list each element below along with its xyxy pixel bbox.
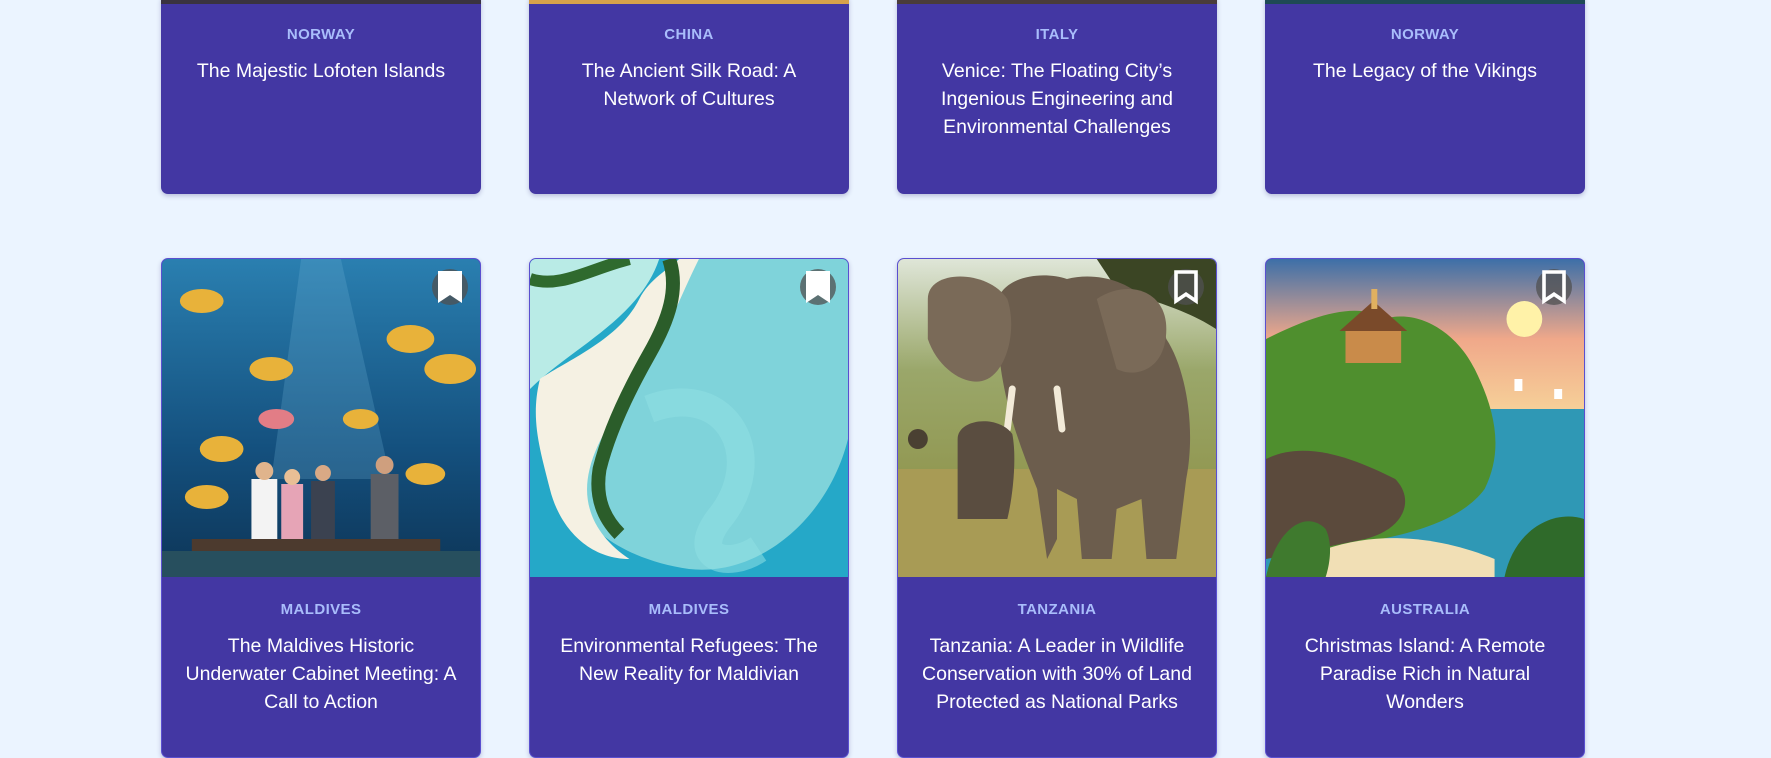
card-title[interactable]: The Legacy of the Vikings	[1287, 57, 1563, 85]
card-title[interactable]: Environmental Refugees: The New Reality …	[552, 632, 826, 688]
card-title[interactable]: The Majestic Lofoten Islands	[183, 57, 459, 85]
article-grid-row-2: MALDIVES The Maldives Historic Underwate…	[161, 258, 1585, 758]
bookmark-button[interactable]	[432, 269, 468, 305]
card-image-strip	[529, 0, 849, 4]
card-image-strip	[161, 0, 481, 4]
card-image-strip	[897, 0, 1217, 4]
article-card[interactable]: CHINA The Ancient Silk Road: A Network o…	[529, 0, 849, 194]
article-card[interactable]: NORWAY The Legacy of the Vikings	[1265, 0, 1585, 194]
card-image-strip	[1265, 0, 1585, 4]
bookmark-outline-icon	[1174, 270, 1198, 305]
card-country: NORWAY	[1390, 26, 1460, 43]
card-country: AUSTRALIA	[1379, 601, 1471, 618]
card-image-underwater-meeting[interactable]	[162, 259, 480, 577]
card-image-island[interactable]	[1266, 259, 1584, 577]
bookmark-filled-icon	[438, 271, 462, 303]
bookmark-button[interactable]	[1168, 269, 1204, 305]
card-country: MALDIVES	[280, 601, 362, 618]
bookmark-button[interactable]	[1536, 269, 1572, 305]
card-title[interactable]: Tanzania: A Leader in Wildlife Conservat…	[920, 632, 1194, 716]
bookmark-outline-icon	[1542, 270, 1566, 305]
card-title[interactable]: Christmas Island: A Remote Paradise Rich…	[1288, 632, 1562, 716]
article-card[interactable]: NORWAY The Majestic Lofoten Islands	[161, 0, 481, 194]
card-country: TANZANIA	[1017, 601, 1097, 618]
article-card[interactable]: AUSTRALIA Christmas Island: A Remote Par…	[1265, 258, 1585, 758]
card-country: ITALY	[1035, 26, 1079, 43]
bookmark-button[interactable]	[800, 269, 836, 305]
card-title[interactable]: The Ancient Silk Road: A Network of Cult…	[551, 57, 827, 113]
card-title[interactable]: The Maldives Historic Underwater Cabinet…	[184, 632, 458, 716]
card-image-aerial-beach[interactable]	[530, 259, 848, 577]
card-country: NORWAY	[286, 26, 356, 43]
card-image-elephants[interactable]	[898, 259, 1216, 577]
article-card[interactable]: ITALY Venice: The Floating City’s Ingeni…	[897, 0, 1217, 194]
card-title[interactable]: Venice: The Floating City’s Ingenious En…	[919, 57, 1195, 141]
article-grid-row-1: NORWAY The Majestic Lofoten Islands CHIN…	[161, 0, 1585, 194]
article-card[interactable]: MALDIVES The Maldives Historic Underwate…	[161, 258, 481, 758]
bookmark-filled-icon	[806, 271, 830, 303]
card-country: CHINA	[664, 26, 714, 43]
article-card[interactable]: TANZANIA Tanzania: A Leader in Wildlife …	[897, 258, 1217, 758]
card-country: MALDIVES	[648, 601, 730, 618]
article-card[interactable]: MALDIVES Environmental Refugees: The New…	[529, 258, 849, 758]
